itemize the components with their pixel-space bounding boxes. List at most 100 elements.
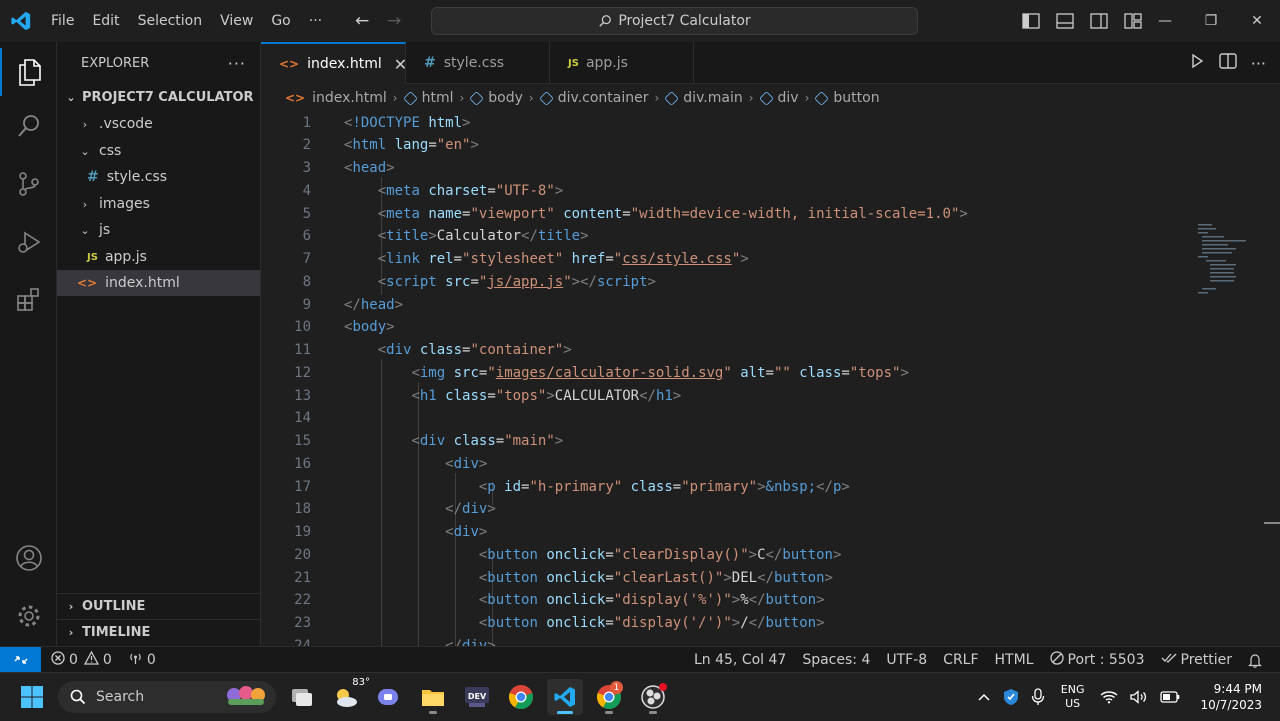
language-mode[interactable]: HTML (987, 652, 1042, 668)
security-shield-icon[interactable] (997, 688, 1025, 706)
close-window-icon[interactable]: ✕ (1234, 0, 1280, 42)
code-line[interactable]: 2 <html lang="en"> (261, 134, 1261, 157)
notifications-bell-icon[interactable] (1240, 653, 1270, 668)
input-language[interactable]: ENG US (1051, 683, 1095, 711)
code-editor[interactable]: 1 <!DOCTYPE html> 2 <html lang="en"> 3 <head>… (261, 110, 1280, 646)
timeline-section[interactable]: › TIMELINE (57, 619, 260, 645)
more-actions-icon[interactable]: ··· (228, 54, 246, 73)
tree-item-vscode[interactable]: › .vscode (57, 111, 260, 137)
source-control-icon[interactable] (0, 160, 57, 208)
microphone-icon[interactable] (1025, 688, 1051, 706)
chrome-icon[interactable] (503, 679, 539, 715)
vscode-taskbar-icon[interactable] (547, 679, 583, 715)
run-icon[interactable] (1189, 53, 1205, 73)
code-line[interactable]: 5 <meta name="viewport" content="width=d… (261, 202, 1261, 225)
file-explorer-icon[interactable] (415, 679, 451, 715)
breadcrumb-div-container[interactable]: div.container (538, 90, 648, 106)
breadcrumb-file[interactable]: <> index.html (285, 90, 387, 106)
explorer-icon[interactable] (0, 48, 57, 96)
code-line[interactable]: 22 <button onclick="display('%')">%</but… (261, 589, 1261, 612)
show-hidden-icons-chevron-icon[interactable] (971, 692, 997, 702)
tree-item-css[interactable]: ⌄ css (57, 138, 260, 164)
code-line[interactable]: 23 <button onclick="display('/')">/</but… (261, 612, 1261, 635)
project-folder-header[interactable]: ⌄ PROJECT7 CALCULATOR (57, 84, 260, 110)
minimap[interactable] (1198, 222, 1246, 294)
breadcrumb-button[interactable]: button (814, 90, 880, 106)
code-line[interactable]: 18 </div> (261, 498, 1261, 521)
code-line[interactable]: 17 <p id="h-primary" class="primary">&nb… (261, 475, 1261, 498)
system-clock[interactable]: 9:44 PM 10/7/2023 (1186, 681, 1280, 713)
code-line[interactable]: 3 <head> (261, 157, 1261, 180)
breadcrumb-html[interactable]: html (402, 90, 453, 106)
weather-widget-icon[interactable]: 83° (328, 677, 370, 715)
code-line[interactable]: 14 (261, 407, 1261, 430)
live-server-port[interactable]: Port : 5503 (1042, 651, 1153, 669)
code-line[interactable]: 20 <button onclick="clearDisplay()">C</b… (261, 543, 1261, 566)
breadcrumb-div[interactable]: div (758, 90, 799, 106)
taskbar-search[interactable]: Search (58, 681, 276, 713)
code-line[interactable]: 1 <!DOCTYPE html> (261, 111, 1261, 134)
split-editor-icon[interactable] (1219, 53, 1237, 73)
chrome-profile-icon[interactable]: 1 (591, 679, 627, 715)
forward-arrow-icon[interactable]: → (381, 8, 407, 34)
tree-item-style-css[interactable]: # style.css (57, 164, 260, 190)
volume-icon[interactable] (1124, 690, 1154, 704)
accounts-icon[interactable] (0, 534, 57, 582)
minimize-icon[interactable]: — (1142, 0, 1188, 42)
code-line[interactable]: 21 <button onclick="clearLast()">DEL</bu… (261, 566, 1261, 589)
search-icon[interactable] (0, 102, 57, 150)
more-actions-icon[interactable]: ··· (1251, 54, 1266, 73)
teams-chat-icon[interactable] (371, 679, 407, 715)
command-center-search[interactable]: Project7 Calculator (431, 7, 918, 35)
menu-selection[interactable]: Selection (129, 0, 212, 42)
code-line[interactable]: 19 <div> (261, 521, 1261, 544)
toggle-primary-sidebar-icon[interactable] (1018, 8, 1044, 34)
battery-icon[interactable] (1154, 691, 1186, 703)
menu-go[interactable]: Go (262, 0, 299, 42)
tree-item-index-html[interactable]: <> index.html (57, 270, 260, 296)
tree-item-images[interactable]: › images (57, 191, 260, 217)
outline-section[interactable]: › OUTLINE (57, 593, 260, 619)
tree-item-js[interactable]: ⌄ js (57, 217, 260, 243)
code-line[interactable]: 15 <div class="main"> (261, 430, 1261, 453)
code-line[interactable]: 8 <script src="js/app.js"></script> (261, 270, 1261, 293)
prettier-status[interactable]: Prettier (1153, 652, 1241, 668)
code-line[interactable]: 9 </head> (261, 293, 1261, 316)
tab-index-html[interactable]: <> index.html ✕ (261, 42, 407, 84)
line-endings[interactable]: CRLF (935, 652, 986, 668)
menu-edit[interactable]: Edit (83, 0, 128, 42)
indentation[interactable]: Spaces: 4 (794, 652, 878, 668)
manage-gear-icon[interactable] (0, 592, 57, 640)
code-line[interactable]: 6 <title>Calculator</title> (261, 225, 1261, 248)
windows-start-icon[interactable] (20, 685, 44, 709)
problems-indicator[interactable]: 0 0 (41, 650, 120, 669)
code-line[interactable]: 4 <meta charset="UTF-8"> (261, 179, 1261, 202)
tab-app-js[interactable]: JS app.js (550, 42, 694, 84)
ports-indicator[interactable]: 0 (120, 651, 164, 669)
code-line[interactable]: 12 <img src="images/calculator-solid.svg… (261, 361, 1261, 384)
menu-view[interactable]: View (211, 0, 262, 42)
code-line[interactable]: 16 <div> (261, 452, 1261, 475)
wifi-icon[interactable] (1094, 690, 1124, 704)
cursor-position[interactable]: Ln 45, Col 47 (686, 652, 794, 668)
toggle-secondary-sidebar-icon[interactable] (1086, 8, 1112, 34)
tree-item-app-js[interactable]: JS app.js (57, 244, 260, 270)
remote-indicator-icon[interactable] (0, 646, 41, 673)
tab-style-css[interactable]: # style.css (406, 42, 550, 84)
code-line[interactable]: 11 <div class="container"> (261, 339, 1261, 362)
extensions-icon[interactable] (0, 276, 57, 324)
back-arrow-icon[interactable]: ← (349, 8, 375, 34)
toggle-panel-icon[interactable] (1052, 8, 1078, 34)
breadcrumb-body[interactable]: body (469, 90, 523, 106)
menu-more-button[interactable]: ··· (300, 0, 331, 42)
menu-file[interactable]: File (42, 0, 83, 42)
code-line[interactable]: 24 </div> (261, 634, 1261, 646)
obs-studio-icon[interactable] (635, 679, 671, 715)
code-line[interactable]: 10 <body> (261, 316, 1261, 339)
breadcrumb-div-main[interactable]: div.main (664, 90, 743, 106)
task-view-icon[interactable] (284, 679, 320, 715)
run-debug-icon[interactable] (0, 218, 57, 266)
code-line[interactable]: 13 <h1 class="tops">CALCULATOR</h1> (261, 384, 1261, 407)
code-line[interactable]: 7 <link rel="stylesheet" href="css/style… (261, 248, 1261, 271)
dev-home-icon[interactable]: DEV (459, 679, 495, 715)
